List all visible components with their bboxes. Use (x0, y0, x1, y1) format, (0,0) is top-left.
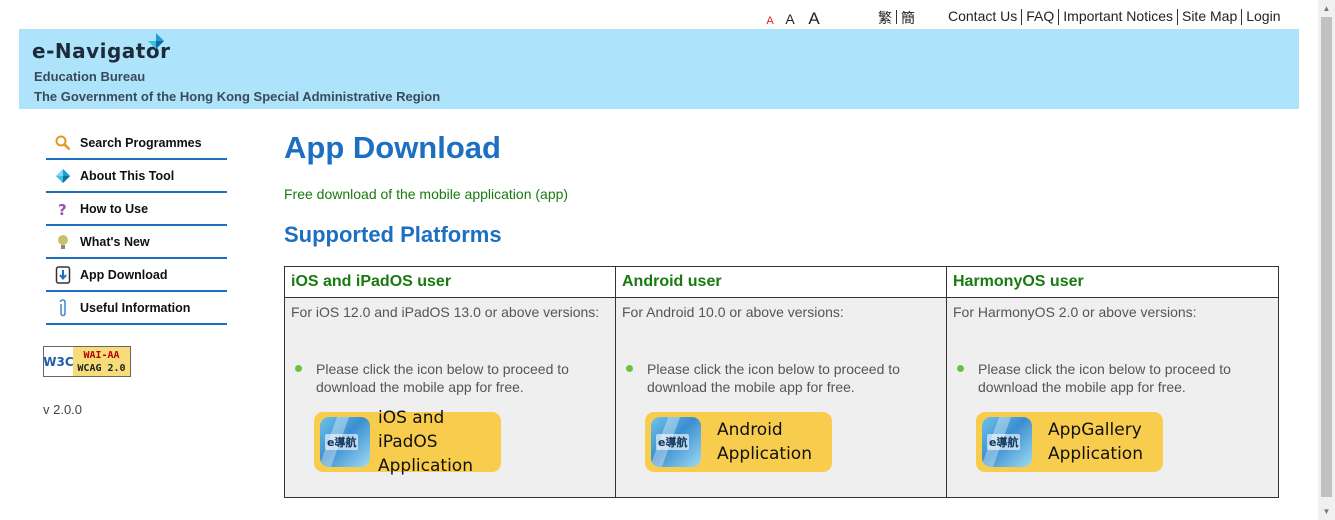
government-name: The Government of the Hong Kong Special … (34, 89, 441, 104)
language-switcher: 繁 簡 (874, 8, 919, 28)
login-link[interactable]: Login (1242, 8, 1284, 25)
sidebar-item-label: Search Programmes (80, 135, 202, 150)
download-icon (46, 265, 80, 284)
contact-us-link[interactable]: Contact Us (944, 8, 1021, 25)
sidebar-item-app-download[interactable]: App Download (46, 259, 227, 292)
app-button-line1: AppGallery (1048, 420, 1142, 440)
section-title: Supported Platforms (284, 222, 502, 247)
sidebar-item-how-to-use[interactable]: ? How to Use (46, 193, 227, 226)
list-item: Please click the icon below to proceed t… (953, 360, 1272, 396)
sidebar-item-search-programmes[interactable]: Search Programmes (46, 127, 227, 160)
sidebar-nav: Search Programmes About This Tool ? How … (46, 127, 227, 325)
android-app-download-button[interactable]: e導航 Android Application (645, 412, 832, 472)
list-item: Please click the icon below to proceed t… (622, 360, 940, 396)
main-content: App Download Free download of the mobile… (284, 130, 1279, 498)
page-title: App Download (284, 130, 501, 165)
app-button-line2: Application (378, 456, 473, 476)
sidebar-item-label: How to Use (80, 201, 149, 216)
header-banner: e-Navigator Education Bureau The Governm… (19, 29, 1299, 109)
platforms-table: iOS and iPadOS user Android user Harmony… (284, 266, 1279, 498)
paperclip-icon (46, 298, 80, 317)
app-button-label: AppGallery Application (1048, 418, 1143, 466)
app-icon: e導航 (320, 417, 370, 467)
wcag-badge[interactable]: W3C WAI-AA WCAG 2.0 (43, 346, 131, 377)
top-links: Contact Us FAQ Important Notices Site Ma… (944, 8, 1285, 25)
vertical-scrollbar[interactable]: ▲ ▼ (1318, 0, 1335, 520)
bullet-dot (295, 365, 302, 372)
font-size-controls: A A A (762, 9, 826, 29)
lang-simplified-link[interactable]: 簡 (897, 8, 919, 28)
sidebar-item-label: App Download (80, 267, 168, 282)
app-button-label: iOS and iPadOS Application (378, 406, 495, 478)
requirement-text: For HarmonyOS 2.0 or above versions: (953, 304, 1197, 320)
column-header-android: Android user (615, 266, 947, 298)
logo-icon (46, 168, 80, 184)
version-label: v 2.0.0 (43, 402, 83, 417)
column-header-harmonyos: HarmonyOS user (946, 266, 1279, 298)
search-icon (46, 135, 80, 151)
department-name: Education Bureau (34, 69, 146, 84)
platform-cell-harmonyos: For HarmonyOS 2.0 or above versions: Ple… (946, 297, 1279, 498)
utility-bar: A A A 繁 簡 Contact Us FAQ Important Notic… (0, 0, 1318, 29)
sidebar-item-label: What's New (80, 234, 150, 249)
font-size-medium-button[interactable]: A (778, 11, 802, 27)
app-button-label: Android Application (717, 418, 812, 466)
instruction-text: Please click the icon below to proceed t… (316, 361, 569, 395)
table-row: For iOS 12.0 and iPadOS 13.0 or above ve… (284, 297, 1279, 498)
app-button-line2: Application (717, 444, 812, 464)
sidebar-item-about[interactable]: About This Tool (46, 160, 227, 193)
sidebar-item-label: Useful Information (80, 300, 191, 315)
svg-text:?: ? (58, 201, 67, 217)
lang-traditional-link[interactable]: 繁 (874, 8, 896, 28)
intro-text: Free download of the mobile application … (284, 186, 569, 202)
sidebar-item-useful-information[interactable]: Useful Information (46, 292, 227, 325)
wcag-line1: WAI-AA (83, 350, 120, 361)
app-icon-text: e導航 (987, 434, 1021, 450)
faq-link[interactable]: FAQ (1022, 8, 1058, 25)
question-icon: ? (46, 201, 80, 217)
font-size-large-button[interactable]: A (802, 9, 826, 29)
sidebar-item-whats-new[interactable]: What's New (46, 226, 227, 259)
app-icon-text: e導航 (325, 434, 359, 450)
scroll-up-arrow-icon[interactable]: ▲ (1318, 0, 1335, 17)
instruction-text: Please click the icon below to proceed t… (647, 361, 900, 395)
scrollbar-thumb[interactable] (1321, 17, 1332, 497)
app-button-line1: Android (717, 420, 783, 440)
requirement-text: For Android 10.0 or above versions: (622, 304, 844, 320)
site-map-link[interactable]: Site Map (1178, 8, 1241, 25)
harmonyos-app-download-button[interactable]: e導航 AppGallery Application (976, 412, 1163, 472)
scroll-down-arrow-icon[interactable]: ▼ (1318, 503, 1335, 520)
app-icon-text: e導航 (656, 434, 690, 450)
logo-icon (148, 33, 164, 49)
sidebar-item-label: About This Tool (80, 168, 175, 183)
bullet-dot (626, 365, 633, 372)
font-size-small-button[interactable]: A (762, 15, 778, 27)
column-header-ios: iOS and iPadOS user (284, 266, 616, 298)
app-icon: e導航 (651, 417, 701, 467)
wcag-label: WAI-AA WCAG 2.0 (73, 347, 130, 376)
lightbulb-icon (46, 234, 80, 250)
bullet-dot (957, 365, 964, 372)
ios-app-download-button[interactable]: e導航 iOS and iPadOS Application (314, 408, 501, 476)
platform-cell-ios: For iOS 12.0 and iPadOS 13.0 or above ve… (284, 297, 616, 498)
instruction-text: Please click the icon below to proceed t… (978, 361, 1231, 395)
important-notices-link[interactable]: Important Notices (1059, 8, 1177, 25)
w3c-logo: W3C (43, 347, 74, 376)
table-header-row: iOS and iPadOS user Android user Harmony… (284, 266, 1279, 298)
requirement-text: For iOS 12.0 and iPadOS 13.0 or above ve… (291, 304, 600, 320)
app-icon: e導航 (982, 417, 1032, 467)
app-button-line2: Application (1048, 444, 1143, 464)
wcag-line2: WCAG 2.0 (77, 363, 126, 374)
list-item: Please click the icon below to proceed t… (291, 360, 609, 396)
platform-cell-android: For Android 10.0 or above versions: Plea… (615, 297, 947, 498)
app-button-line1: iOS and iPadOS (378, 408, 445, 452)
